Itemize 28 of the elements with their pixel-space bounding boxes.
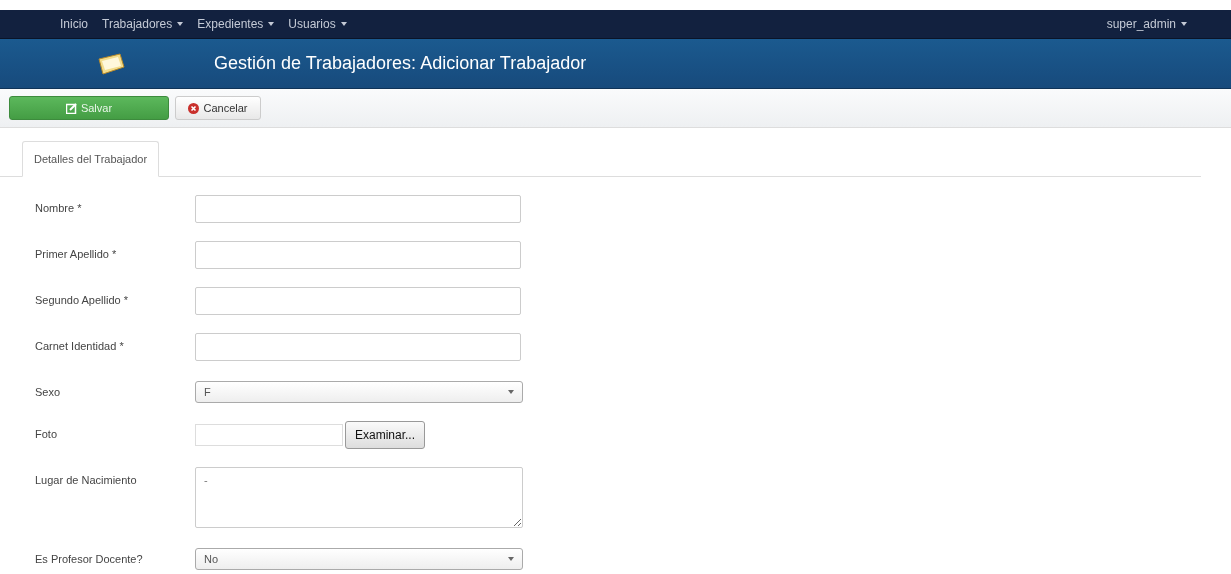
nav-menu-item[interactable]: Inicio — [60, 17, 88, 31]
field-label: Primer Apellido * — [35, 247, 118, 260]
dropdown[interactable]: F — [195, 381, 523, 403]
browse-button[interactable]: Examinar... — [345, 421, 426, 449]
nav-menu-item[interactable]: Trabajadores — [102, 17, 173, 31]
field-label: Carnet Identidad * — [35, 339, 125, 352]
cancel-button[interactable]: Cancelar — [175, 96, 261, 120]
file-path-field[interactable] — [195, 424, 343, 446]
nav-menu-item[interactable]: Expedientes — [197, 17, 264, 31]
text-field[interactable] — [195, 195, 521, 223]
field-label: Lugar de Nacimiento — [35, 473, 138, 486]
text-field[interactable] — [195, 333, 521, 361]
field-label: Es Profesor Docente? — [35, 552, 144, 565]
nav-menu-item[interactable]: Usuarios — [288, 17, 336, 31]
user-menu[interactable]: super_admin — [1106, 17, 1176, 31]
close-icon — [188, 102, 200, 114]
text-field[interactable] — [195, 287, 521, 315]
field-label: Nombre * — [35, 201, 83, 214]
folder-icon — [96, 52, 126, 75]
dropdown[interactable]: No — [195, 548, 523, 570]
field-label: Sexo — [35, 385, 62, 398]
text-area[interactable]: - — [195, 467, 523, 528]
page-title: Gestión de Trabajadores: Adicionar Trabajador — [214, 53, 587, 74]
text-field[interactable] — [195, 241, 521, 269]
field-label: Segundo Apellido * — [35, 293, 129, 306]
tab[interactable]: Detalles del Trabajador — [22, 141, 160, 177]
edit-icon — [65, 102, 77, 114]
field-label: Foto — [35, 427, 58, 440]
